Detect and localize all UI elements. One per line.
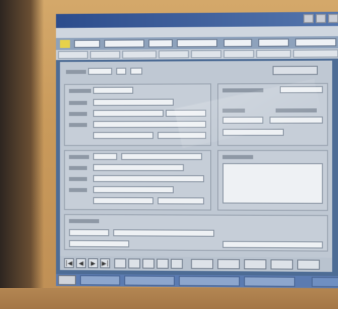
taskbar-item-2[interactable] — [124, 275, 175, 286]
form-field[interactable] — [93, 98, 174, 106]
taskbar-item-4[interactable] — [243, 276, 296, 287]
form-field[interactable] — [93, 186, 174, 194]
form-field[interactable] — [88, 67, 113, 75]
taskbar-item-3[interactable] — [178, 275, 240, 287]
action-button-2[interactable] — [217, 259, 240, 270]
monitor-shadow — [0, 0, 44, 309]
action-button-1[interactable] — [190, 258, 214, 270]
taskbar-item-1[interactable] — [80, 275, 121, 286]
taskbar — [56, 274, 338, 289]
form-field[interactable] — [113, 229, 215, 237]
monitor-screen: |◀ ◀ ▶ ▶| — [56, 11, 338, 289]
tab-4[interactable] — [158, 50, 189, 59]
tab-8[interactable] — [293, 49, 338, 58]
form-field[interactable] — [93, 153, 118, 161]
field-label — [69, 122, 88, 127]
next-record-icon[interactable]: ▶ — [88, 258, 99, 269]
form-field[interactable] — [93, 86, 134, 94]
app-icon — [59, 39, 71, 48]
action-button-5[interactable] — [297, 259, 320, 270]
form-field[interactable] — [157, 197, 205, 205]
form-button[interactable] — [272, 65, 318, 76]
form-field[interactable] — [121, 153, 203, 161]
toolbar-field-1[interactable] — [74, 39, 101, 48]
field-label — [69, 177, 88, 182]
tab-2[interactable] — [90, 50, 121, 59]
form-field[interactable] — [93, 164, 184, 172]
group-box-footer — [63, 214, 329, 252]
save-record-button[interactable] — [142, 258, 155, 269]
record-navigation-bar: |◀ ◀ ▶ ▶| — [59, 256, 333, 272]
form-field[interactable] — [93, 197, 154, 205]
field-label — [69, 166, 88, 171]
form-field[interactable] — [116, 67, 127, 75]
tab-3[interactable] — [122, 50, 157, 59]
refresh-button[interactable] — [170, 258, 183, 269]
new-record-button[interactable] — [114, 258, 127, 269]
tab-1[interactable] — [57, 50, 89, 59]
group-box-bottom-left — [63, 150, 212, 211]
group-box-bottom-right — [217, 150, 329, 211]
tab-7[interactable] — [256, 49, 292, 58]
close-icon[interactable] — [328, 13, 338, 24]
toolbar-field-7[interactable] — [295, 38, 337, 47]
delete-record-button[interactable] — [128, 258, 141, 269]
toolbar-field-5[interactable] — [223, 38, 253, 48]
toolbar-field-2[interactable] — [104, 39, 145, 48]
toolbar-field-6[interactable] — [258, 38, 289, 47]
tab-5[interactable] — [190, 50, 222, 59]
tab-6[interactable] — [223, 49, 255, 59]
form-field[interactable] — [93, 109, 164, 117]
form-field[interactable] — [69, 240, 130, 248]
first-record-icon[interactable]: |◀ — [63, 258, 75, 269]
field-label — [69, 111, 88, 116]
field-label — [222, 155, 254, 160]
form-field[interactable] — [69, 229, 110, 237]
field-label — [69, 188, 88, 193]
field-label — [69, 88, 92, 93]
field-label — [69, 155, 90, 160]
system-tray — [311, 276, 338, 288]
minimize-icon[interactable] — [303, 13, 314, 24]
maximize-icon[interactable] — [315, 13, 327, 24]
memo-field[interactable] — [222, 163, 323, 204]
action-button-3[interactable] — [243, 259, 267, 270]
form-field[interactable] — [222, 240, 323, 249]
monitor-bezel-bottom — [0, 288, 338, 309]
tab-strip — [56, 48, 338, 60]
field-label — [69, 219, 100, 224]
toolbar-field-3[interactable] — [148, 39, 173, 48]
field-label — [65, 69, 87, 74]
action-button-4[interactable] — [270, 259, 294, 270]
undo-button[interactable] — [156, 258, 169, 269]
prev-record-icon[interactable]: ◀ — [76, 258, 87, 269]
start-icon[interactable] — [57, 275, 77, 286]
form-field[interactable] — [130, 67, 143, 75]
form-field[interactable] — [93, 131, 154, 139]
form-field[interactable] — [93, 175, 205, 183]
last-record-icon[interactable]: ▶| — [100, 258, 111, 269]
field-label — [69, 100, 88, 105]
toolbar-field-4[interactable] — [176, 38, 218, 48]
